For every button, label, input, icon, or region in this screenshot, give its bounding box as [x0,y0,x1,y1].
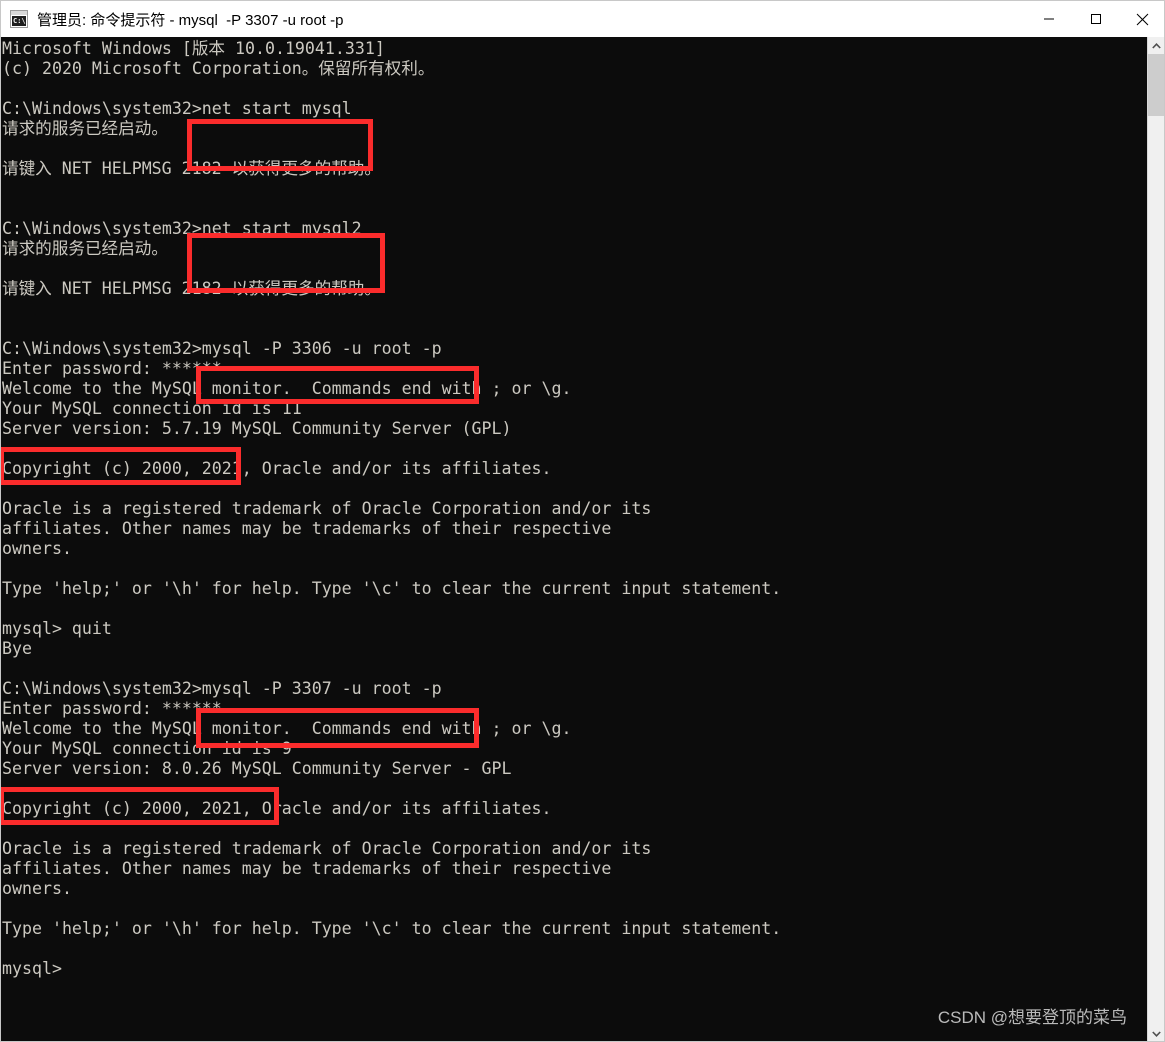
terminal-line: Your MySQL connection id is 11 [2,399,302,418]
terminal-line: Welcome to the MySQL monitor. Commands e… [2,719,572,738]
terminal-line: mysql> [2,959,62,978]
terminal-line: affiliates. Other names may be trademark… [2,859,612,878]
csdn-watermark: CSDN @想要登顶的菜鸟 [937,1008,1127,1027]
terminal-line: Welcome to the MySQL monitor. Commands e… [2,379,572,398]
terminal-line: 请求的服务已经启动。 [2,239,168,258]
cmd-window: C:\ 管理员: 命令提示符 - mysql -P 3307 -u root -… [0,0,1165,1042]
terminal-line: C:\Windows\system32>net start mysql2 [2,219,362,238]
terminal-line: C:\Windows\system32>mysql -P 3307 -u roo… [2,679,442,698]
scroll-down-arrow-icon[interactable] [1148,1025,1164,1041]
cmd-icon-label: C:\ [12,16,26,26]
cmd-icon-titlebar-strip [11,11,27,15]
terminal-line: affiliates. Other names may be trademark… [2,519,612,538]
terminal-output-area[interactable]: Microsoft Windows [版本 10.0.19041.331] (c)… [1,37,1149,1041]
minimize-button[interactable] [1025,1,1072,37]
terminal-line: Type 'help;' or '\h' for help. Type '\c'… [2,919,782,938]
terminal-line: Enter password: ****** [2,699,222,718]
cmd-app-icon[interactable]: C:\ [10,10,28,28]
terminal-line: 请求的服务已经启动。 [2,119,168,138]
terminal-line: Copyright (c) 2000, 2021, Oracle and/or … [2,799,552,818]
terminal-line: Type 'help;' or '\h' for help. Type '\c'… [2,579,782,598]
terminal-line: owners. [2,539,72,558]
terminal-line: owners. [2,879,72,898]
terminal-line: Server version: 5.7.19 MySQL Community S… [2,419,512,438]
scroll-thumb[interactable] [1148,54,1164,116]
terminal-line: 请键入 NET HELPMSG 2182 以获得更多的帮助。 [2,159,381,178]
scroll-up-arrow-icon[interactable] [1148,37,1164,54]
terminal-line: (c) 2020 Microsoft Corporation。保留所有权利。 [2,59,435,78]
terminal-line: C:\Windows\system32>net start mysql [2,99,352,118]
terminal-line: Server version: 8.0.26 MySQL Community S… [2,759,512,778]
close-button[interactable] [1119,1,1164,37]
terminal-line: Copyright (c) 2000, 2021, Oracle and/or … [2,459,552,478]
vertical-scrollbar[interactable] [1147,37,1164,1041]
terminal-line: Your MySQL connection id is 9 [2,739,292,758]
terminal-line: Microsoft Windows [版本 10.0.19041.331] [2,39,385,58]
window-controls [1025,1,1164,37]
terminal-line: Bye [2,639,32,658]
terminal-line: Enter password: ****** [2,359,222,378]
title-bar[interactable]: C:\ 管理员: 命令提示符 - mysql -P 3307 -u root -… [1,1,1164,38]
terminal-line: C:\Windows\system32>mysql -P 3306 -u roo… [2,339,442,358]
maximize-button[interactable] [1072,1,1119,37]
terminal-line: Oracle is a registered trademark of Orac… [2,499,652,518]
terminal-text: Microsoft Windows [版本 10.0.19041.331] (c)… [2,39,1148,979]
terminal-line: Oracle is a registered trademark of Orac… [2,839,652,858]
terminal-line: 请键入 NET HELPMSG 2182 以获得更多的帮助。 [2,279,381,298]
window-title: 管理员: 命令提示符 - mysql -P 3307 -u root -p [37,11,344,29]
terminal-line: mysql> quit [2,619,112,638]
